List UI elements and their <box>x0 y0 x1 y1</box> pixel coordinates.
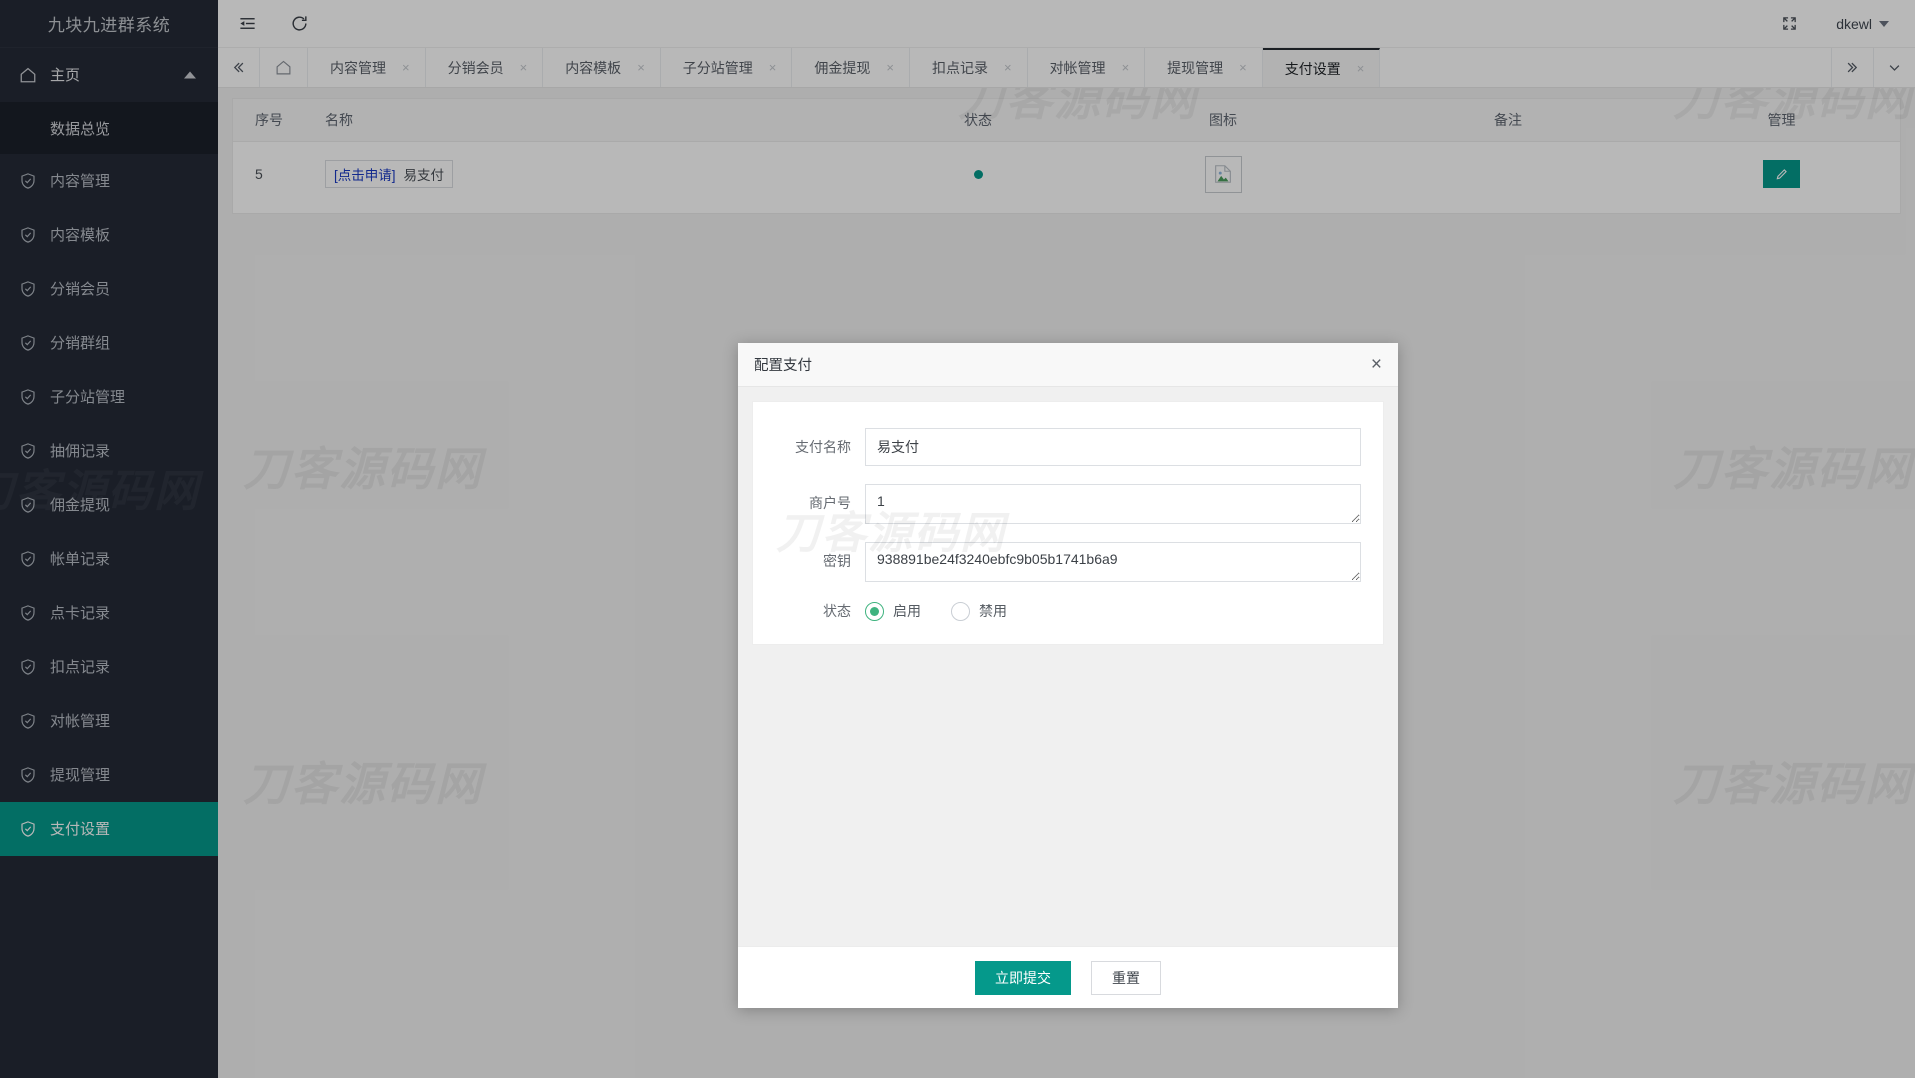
configure-payment-modal: 配置支付 × 刀客源码网 支付名称 商户号 密钥 状态 <box>738 343 1398 1008</box>
secret-key-textarea[interactable] <box>865 542 1361 582</box>
label-merchant-id: 商户号 <box>763 484 865 522</box>
reset-button[interactable]: 重置 <box>1091 961 1161 995</box>
status-radio-group: 启用 禁用 <box>865 601 1007 621</box>
payment-form: 支付名称 商户号 密钥 状态 启用 <box>752 401 1384 645</box>
submit-button[interactable]: 立即提交 <box>975 961 1071 995</box>
field-row-payment-name: 支付名称 <box>763 428 1361 466</box>
close-icon[interactable]: × <box>1371 355 1382 374</box>
field-row-merchant-id: 商户号 <box>763 484 1361 524</box>
radio-disabled-label: 禁用 <box>979 601 1007 621</box>
radio-status-enabled[interactable]: 启用 <box>865 601 921 621</box>
payment-name-input[interactable] <box>865 428 1361 466</box>
app-root: 九块九进群系统 主页 数据总览 内容管理内容模板分销会员分销群组子分站管理抽佣记… <box>0 0 1915 1078</box>
modal-title: 配置支付 <box>754 354 812 375</box>
field-row-status: 状态 启用 禁用 <box>763 600 1361 622</box>
field-row-secret-key: 密钥 <box>763 542 1361 582</box>
radio-enabled-mark <box>865 602 884 621</box>
modal-footer: 立即提交 重置 <box>738 946 1398 1008</box>
label-payment-name: 支付名称 <box>763 428 865 466</box>
radio-enabled-label: 启用 <box>893 601 921 621</box>
radio-status-disabled[interactable]: 禁用 <box>951 601 1007 621</box>
label-status: 状态 <box>763 600 865 622</box>
modal-body: 刀客源码网 支付名称 商户号 密钥 状态 <box>738 387 1398 946</box>
merchant-id-textarea[interactable] <box>865 484 1361 524</box>
label-secret-key: 密钥 <box>763 542 865 580</box>
modal-header: 配置支付 × <box>738 343 1398 387</box>
radio-disabled-mark <box>951 602 970 621</box>
